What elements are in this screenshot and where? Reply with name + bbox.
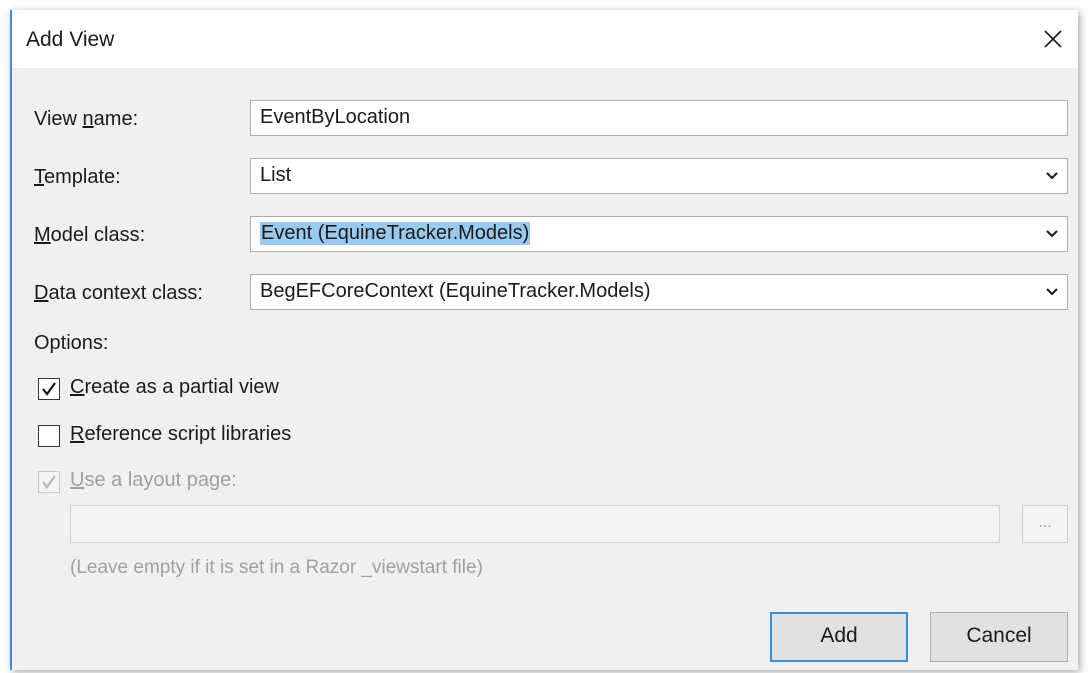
template-dropdown[interactable]: List — [250, 158, 1068, 194]
data-context-class-dropdown[interactable]: BegEFCoreContext (EquineTracker.Models) — [250, 274, 1068, 310]
add-view-dialog: Add View View name: EventByLocation Temp… — [10, 10, 1078, 670]
browse-button[interactable]: ... — [1022, 505, 1068, 543]
model-class-value: Event (EquineTracker.Models) — [260, 222, 531, 245]
data-context-class-label: Data context class: — [34, 282, 203, 304]
layout-hint: (Leave empty if it is set in a Razor _vi… — [70, 557, 483, 578]
model-class-label: Model class: — [34, 224, 146, 246]
layout-page-input[interactable] — [70, 505, 1000, 543]
close-button[interactable] — [1036, 22, 1070, 56]
partial-view-checkbox[interactable] — [38, 378, 60, 400]
model-class-dropdown[interactable]: Event (EquineTracker.Models) — [250, 216, 1068, 252]
checkmark-icon — [42, 475, 56, 489]
use-layout-label: Use a layout page: — [70, 469, 237, 491]
reference-scripts-checkbox[interactable] — [38, 425, 60, 447]
view-name-value: EventByLocation — [260, 106, 411, 128]
template-value: List — [260, 164, 292, 186]
chevron-down-icon — [1046, 230, 1058, 238]
template-label: Template: — [34, 166, 121, 188]
chevron-down-icon — [1046, 172, 1058, 180]
view-name-label: View name: — [34, 108, 139, 130]
dialog-title: Add View — [26, 28, 115, 51]
close-icon — [1044, 30, 1062, 48]
view-name-input[interactable]: EventByLocation — [250, 100, 1068, 136]
cancel-button[interactable]: Cancel — [930, 612, 1068, 662]
checkmark-icon — [42, 382, 56, 396]
add-button[interactable]: Add — [770, 612, 908, 662]
title-bar[interactable]: Add View — [12, 10, 1078, 68]
reference-scripts-label: Reference script libraries — [70, 423, 292, 445]
options-heading: Options: — [34, 332, 109, 354]
data-context-class-value: BegEFCoreContext (EquineTracker.Models) — [260, 280, 651, 302]
chevron-down-icon — [1046, 288, 1058, 296]
partial-view-label: Create as a partial view — [70, 376, 279, 398]
use-layout-checkbox[interactable] — [38, 471, 60, 493]
